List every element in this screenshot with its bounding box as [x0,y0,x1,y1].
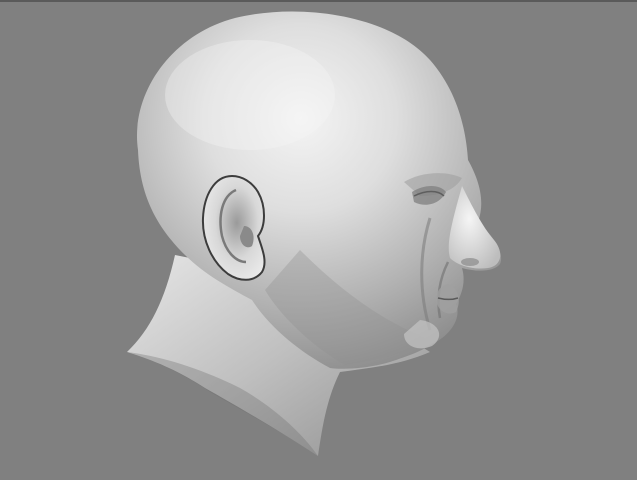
nostril [461,258,479,266]
viewport-top-border [0,0,637,2]
3d-viewport[interactable] [0,0,637,480]
skull-highlight [165,40,335,150]
head-model-canvas [0,0,637,456]
